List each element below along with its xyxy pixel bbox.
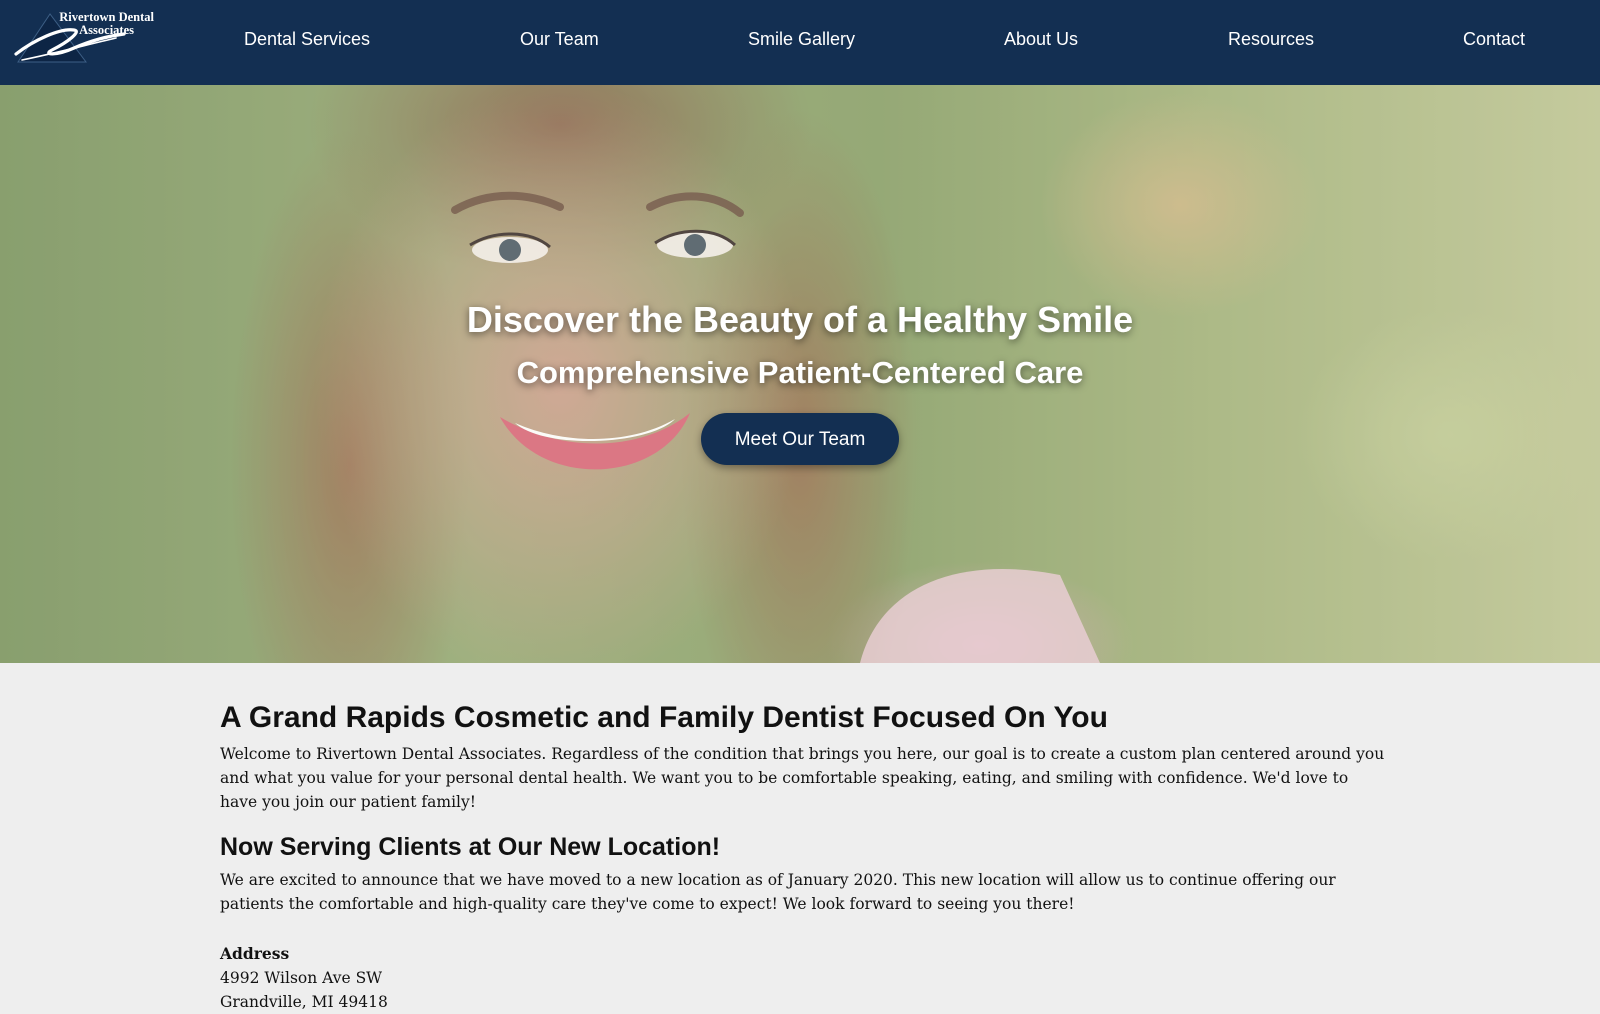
intro-paragraph: Welcome to Rivertown Dental Associates. … [220, 745, 1385, 811]
nav-smile-gallery[interactable]: Smile Gallery [748, 29, 855, 50]
hero-banner: Discover the Beauty of a Healthy Smile C… [0, 85, 1600, 663]
logo-text: Rivertown Dental Associates [44, 11, 154, 37]
logo-line-1: Rivertown Dental [59, 10, 154, 24]
meet-our-team-button[interactable]: Meet Our Team [701, 413, 899, 465]
logo-line-2: Associates [79, 23, 134, 37]
location-heading: Now Serving Clients at Our New Location! [220, 833, 721, 861]
hero-subtitle: Comprehensive Patient-Centered Care [516, 355, 1084, 390]
nav-resources[interactable]: Resources [1228, 29, 1314, 50]
address-city: Grandville, MI 49418 [220, 993, 388, 1011]
address-label: Address [220, 944, 290, 963]
location-paragraph: We are excited to announce that we have … [220, 871, 1336, 913]
site-logo[interactable]: Rivertown Dental Associates [12, 10, 158, 66]
page-heading: A Grand Rapids Cosmetic and Family Denti… [220, 701, 1108, 734]
main-content: A Grand Rapids Cosmetic and Family Denti… [220, 697, 1390, 1014]
address-street: 4992 Wilson Ave SW [220, 969, 383, 987]
nav-our-team[interactable]: Our Team [520, 29, 599, 50]
nav-dental-services[interactable]: Dental Services [244, 29, 370, 50]
nav-contact[interactable]: Contact [1463, 29, 1525, 50]
hero-title: Discover the Beauty of a Healthy Smile [466, 299, 1134, 340]
nav-about-us[interactable]: About Us [1004, 29, 1078, 50]
site-header: Rivertown Dental Associates Dental Servi… [0, 0, 1600, 85]
